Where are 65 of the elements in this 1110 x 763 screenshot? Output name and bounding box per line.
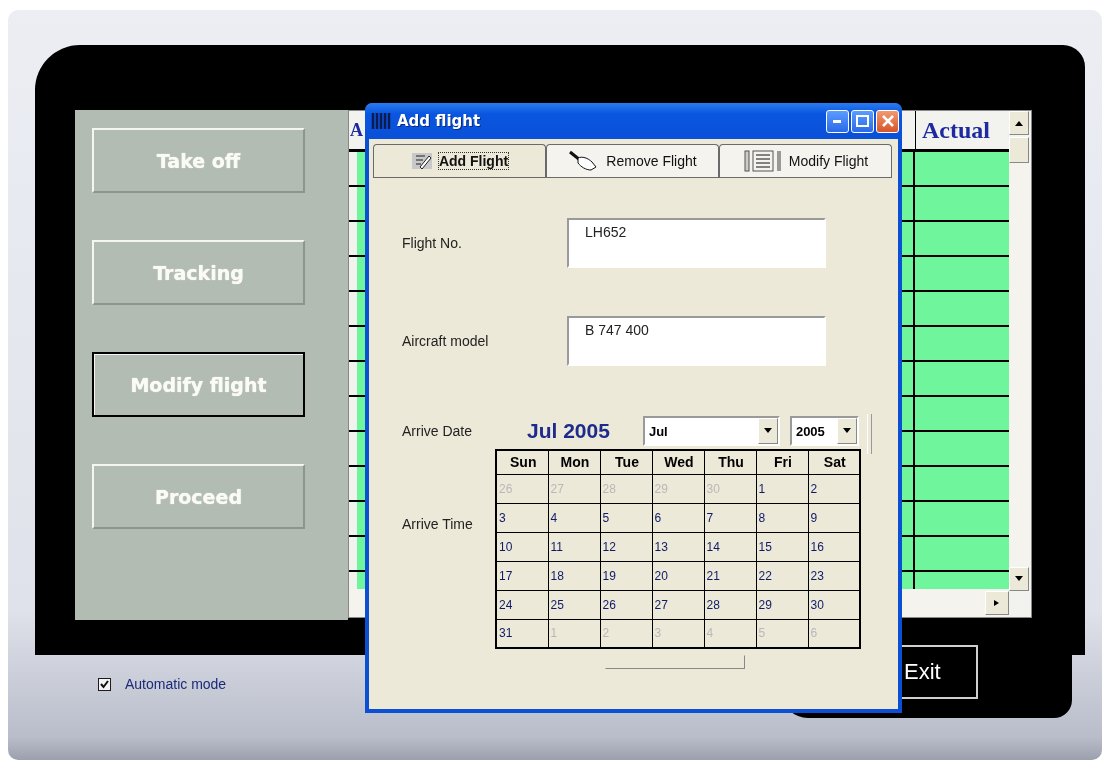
calendar-day[interactable]: 11	[548, 532, 600, 561]
maximize-icon	[856, 115, 869, 127]
weekday-header: Tue	[600, 450, 652, 474]
time-field[interactable]	[605, 655, 745, 669]
weekday-header: Sun	[496, 450, 548, 474]
check-icon	[100, 679, 109, 689]
calendar-day[interactable]: 3	[496, 503, 548, 532]
weekday-header: Mon	[548, 450, 600, 474]
window-title: Add flight	[397, 112, 482, 130]
calendar-day[interactable]: 14	[704, 532, 756, 561]
input-field[interactable]: B 747 400	[567, 316, 826, 366]
calendar-day[interactable]: 10	[496, 532, 548, 561]
dropdown-arrow-icon	[842, 428, 851, 434]
list-icon	[742, 150, 783, 172]
calendar-day[interactable]: 6	[652, 503, 704, 532]
calendar-day[interactable]: 28	[704, 590, 756, 619]
tab[interactable]: Modify Flight	[719, 144, 892, 177]
minimize-icon	[832, 119, 843, 123]
calendar-day[interactable]: 26	[600, 590, 652, 619]
calendar-day[interactable]: 27	[652, 590, 704, 619]
calendar-day[interactable]: 1	[756, 474, 808, 503]
calendar-day[interactable]: 13	[652, 532, 704, 561]
calendar-day[interactable]: 29	[756, 590, 808, 619]
calendar-day[interactable]: 22	[756, 561, 808, 590]
month-dropdown[interactable]: Jul	[642, 416, 780, 446]
calendar-day[interactable]: 12	[600, 532, 652, 561]
right-arrow-icon	[993, 600, 1001, 606]
year-dropdown[interactable]: 2005	[789, 416, 859, 446]
input-field[interactable]: LH652	[567, 218, 826, 268]
calendar-day[interactable]: 31	[496, 619, 548, 648]
dropdown-arrow-icon	[763, 428, 772, 434]
weekday-header: Wed	[652, 450, 704, 474]
calendar-day[interactable]: 15	[756, 532, 808, 561]
stripes-icon	[371, 112, 391, 130]
calendar-day[interactable]: 17	[496, 561, 548, 590]
tab[interactable]: Add Flight	[373, 144, 546, 177]
up-arrow-icon	[1015, 120, 1023, 126]
calendar-day[interactable]: 21	[704, 561, 756, 590]
calendar-day[interactable]: 4	[548, 503, 600, 532]
calendar-day[interactable]: 19	[600, 561, 652, 590]
calendar-day[interactable]: 5	[600, 503, 652, 532]
field-label: Arrive Date	[402, 423, 474, 439]
field-label: Arrive Time	[402, 515, 474, 534]
calendar-day[interactable]: 7	[704, 503, 756, 532]
calendar-title: Jul 2005	[527, 419, 610, 443]
minimize-button[interactable]	[826, 109, 849, 133]
weekday-header: Fri	[756, 450, 808, 474]
column-header: A	[350, 120, 363, 140]
field-label: Aircraft model	[402, 333, 490, 349]
down-arrow-icon	[1015, 576, 1023, 582]
calendar-day[interactable]: 20	[652, 561, 704, 590]
close-button[interactable]	[876, 109, 899, 133]
tab[interactable]: Remove Flight	[546, 144, 719, 177]
notepad-pencil-icon	[410, 152, 433, 170]
calendar-day[interactable]: 18	[548, 561, 600, 590]
maximize-button[interactable]	[851, 109, 874, 133]
calendar-day[interactable]: 25	[548, 590, 600, 619]
calendar-day[interactable]: 24	[496, 590, 548, 619]
checkbox-label: Automatic mode	[125, 676, 227, 692]
weekday-header: Thu	[704, 450, 756, 474]
calendar-day[interactable]: 8	[756, 503, 808, 532]
scrollbar-thumb[interactable]	[1009, 137, 1029, 163]
field-label: Flight No.	[402, 235, 463, 251]
vertical-scrollbar[interactable]	[1009, 111, 1031, 591]
close-icon	[881, 115, 894, 127]
